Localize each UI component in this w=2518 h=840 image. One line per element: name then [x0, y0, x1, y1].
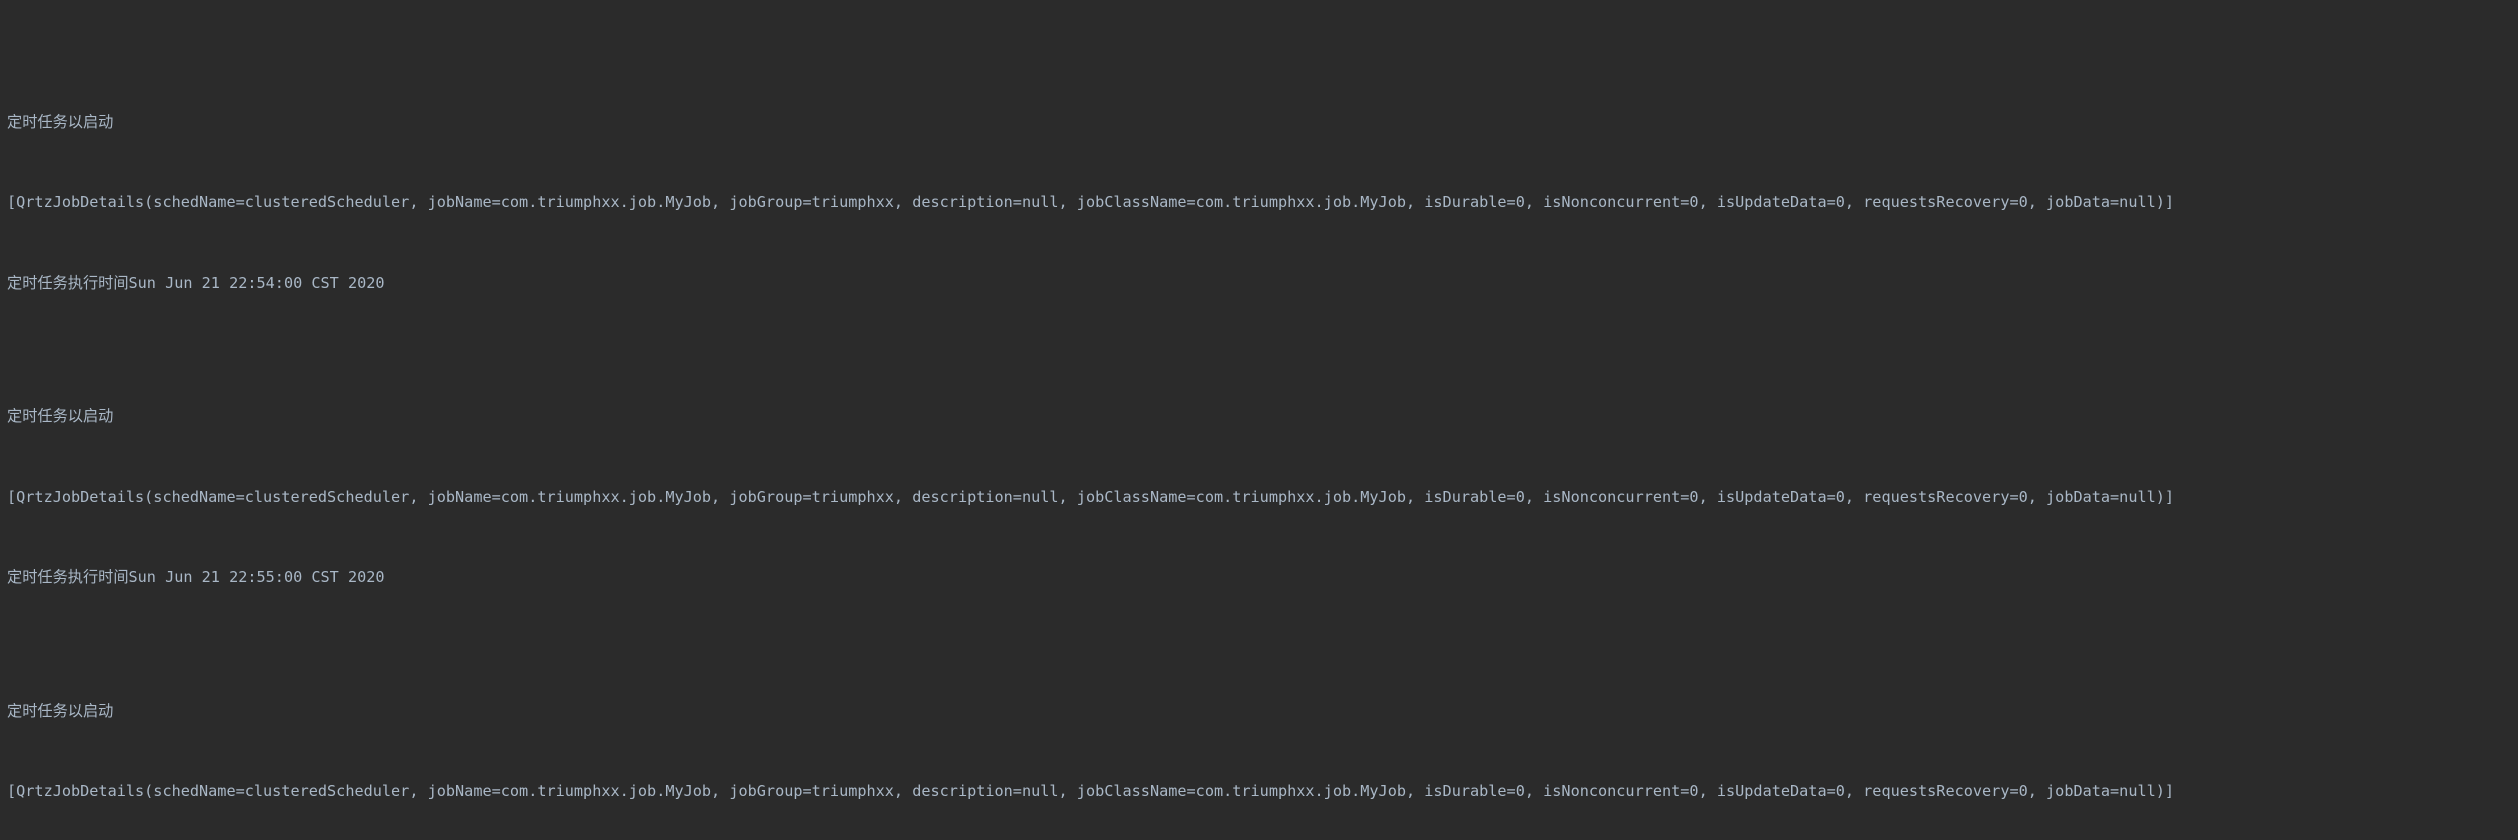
- log-line-execution-time: 定时任务执行时间Sun Jun 21 22:55:00 CST 2020: [7, 567, 385, 586]
- log-line-job-details: [QrtzJobDetails(schedName=clusteredSched…: [7, 781, 2175, 800]
- log-line-job-details: [QrtzJobDetails(schedName=clusteredSched…: [7, 487, 2175, 506]
- log-line-task-started: 定时任务以启动: [7, 701, 114, 720]
- log-line-task-started: 定时任务以启动: [7, 407, 114, 426]
- log-line-task-started: 定时任务以启动: [7, 113, 114, 131]
- log-line-execution-time: 定时任务执行时间Sun Jun 21 22:54:00 CST 2020: [7, 273, 385, 292]
- console-output-panel[interactable]: 定时任务以启动 [QrtzJobDetails(schedName=cluste…: [0, 0, 2518, 840]
- log-line-job-details: [QrtzJobDetails(schedName=clusteredSched…: [7, 193, 2175, 212]
